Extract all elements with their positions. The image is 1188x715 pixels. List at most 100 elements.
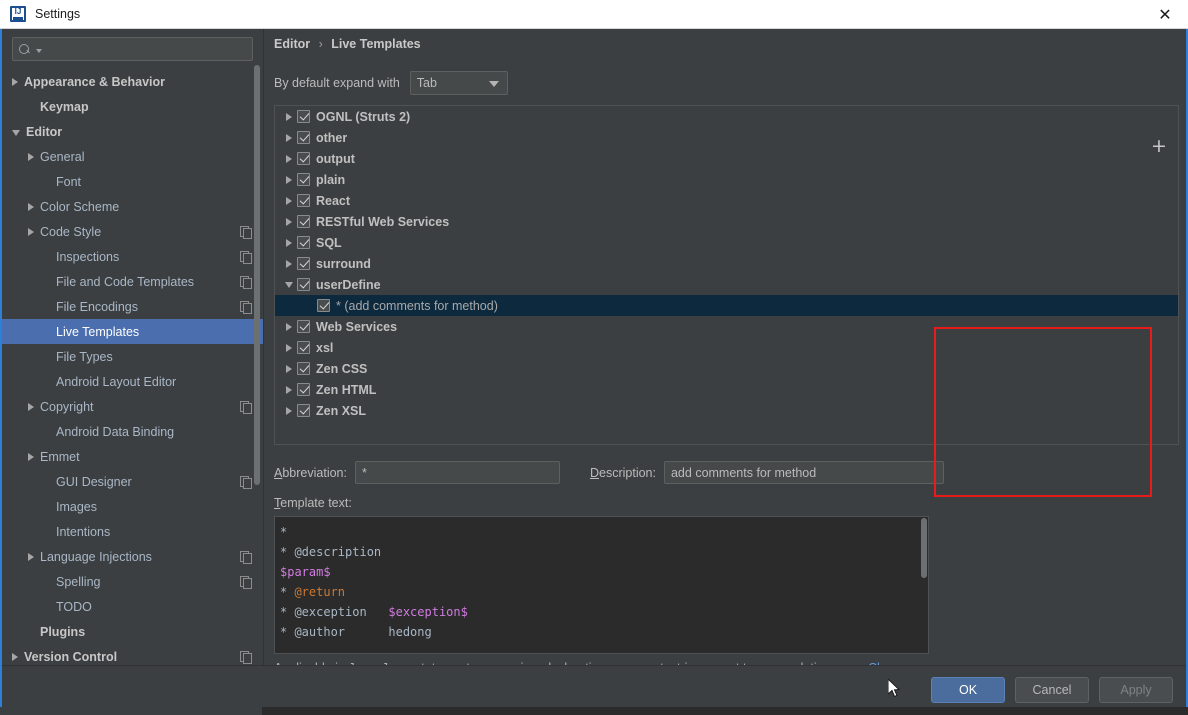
template-tree-row[interactable]: other — [275, 127, 1178, 148]
chevron-right-icon[interactable] — [281, 343, 297, 352]
search-input[interactable] — [42, 42, 246, 56]
template-text-scrollbar-thumb[interactable] — [921, 518, 927, 578]
template-checkbox[interactable] — [297, 404, 310, 417]
sidebar-item-live-templates[interactable]: Live Templates — [2, 319, 263, 344]
sidebar-item-file-types[interactable]: File Types — [2, 344, 263, 369]
chevron-right-icon[interactable] — [281, 385, 297, 394]
template-tree-row[interactable]: Zen XSL — [275, 400, 1178, 421]
chevron-right-icon[interactable] — [281, 112, 297, 121]
template-checkbox[interactable] — [297, 236, 310, 249]
chevron-right-icon[interactable] — [28, 227, 34, 236]
chevron-right-icon[interactable] — [28, 202, 34, 211]
template-tree-row[interactable]: xsl — [275, 337, 1178, 358]
copy-settings-icon[interactable] — [240, 251, 252, 264]
template-checkbox[interactable] — [297, 215, 310, 228]
chevron-right-icon[interactable] — [12, 77, 18, 86]
chevron-down-icon[interactable] — [281, 281, 297, 288]
template-checkbox[interactable] — [297, 257, 310, 270]
sidebar-item-images[interactable]: Images — [2, 494, 263, 519]
template-tree-row[interactable]: RESTful Web Services — [275, 211, 1178, 232]
sidebar-item-language-injections[interactable]: Language Injections — [2, 544, 263, 569]
sidebar-item-color-scheme[interactable]: Color Scheme — [2, 194, 263, 219]
sidebar-item-keymap[interactable]: Keymap — [2, 94, 263, 119]
template-tree-row[interactable]: plain — [275, 169, 1178, 190]
chevron-right-icon[interactable] — [12, 652, 18, 661]
chevron-right-icon[interactable] — [28, 152, 34, 161]
copy-settings-icon[interactable] — [240, 301, 252, 314]
template-checkbox[interactable] — [297, 152, 310, 165]
template-tree-row[interactable]: SQL — [275, 232, 1178, 253]
template-checkbox[interactable] — [297, 131, 310, 144]
sidebar-item-file-and-code-templates[interactable]: File and Code Templates — [2, 269, 263, 294]
expand-with-select[interactable]: Tab — [409, 71, 508, 95]
sidebar-item-appearance-behavior[interactable]: Appearance & Behavior — [2, 69, 263, 94]
template-tree-row[interactable]: Web Services — [275, 316, 1178, 337]
ok-button[interactable]: OK — [931, 677, 1005, 703]
sidebar-item-spelling[interactable]: Spelling — [2, 569, 263, 594]
copy-settings-icon[interactable] — [240, 651, 252, 664]
template-checkbox[interactable] — [297, 278, 310, 291]
chevron-right-icon[interactable] — [281, 196, 297, 205]
template-checkbox[interactable] — [297, 383, 310, 396]
sidebar-item-gui-designer[interactable]: GUI Designer — [2, 469, 263, 494]
close-icon[interactable]: ✕ — [1142, 0, 1188, 29]
template-checkbox[interactable] — [297, 362, 310, 375]
chevron-right-icon[interactable] — [281, 364, 297, 373]
cancel-button[interactable]: Cancel — [1015, 677, 1089, 703]
sidebar-item-version-control[interactable]: Version Control — [2, 644, 263, 665]
template-tree-row[interactable]: OGNL (Struts 2) — [275, 106, 1178, 127]
chevron-right-icon[interactable] — [281, 175, 297, 184]
sidebar-item-android-data-binding[interactable]: Android Data Binding — [2, 419, 263, 444]
copy-settings-icon[interactable] — [240, 576, 252, 589]
chevron-right-icon[interactable] — [281, 259, 297, 268]
sidebar-item-intentions[interactable]: Intentions — [2, 519, 263, 544]
copy-settings-icon[interactable] — [240, 551, 252, 564]
add-template-button[interactable]: + — [1148, 136, 1170, 156]
chevron-right-icon[interactable] — [281, 154, 297, 163]
sidebar-item-code-style[interactable]: Code Style — [2, 219, 263, 244]
sidebar-item-editor[interactable]: Editor — [2, 119, 263, 144]
template-checkbox[interactable] — [297, 194, 310, 207]
sidebar-item-font[interactable]: Font — [2, 169, 263, 194]
chevron-right-icon[interactable] — [28, 452, 34, 461]
sidebar-scrollbar[interactable] — [254, 65, 260, 625]
template-tree-row[interactable]: surround — [275, 253, 1178, 274]
sidebar-item-emmet[interactable]: Emmet — [2, 444, 263, 469]
description-input[interactable]: add comments for method — [663, 461, 944, 484]
copy-settings-icon[interactable] — [240, 226, 252, 239]
sidebar-item-plugins[interactable]: Plugins — [2, 619, 263, 644]
sidebar-item-file-encodings[interactable]: File Encodings — [2, 294, 263, 319]
template-tree-row[interactable]: output — [275, 148, 1178, 169]
template-checkbox[interactable] — [317, 299, 330, 312]
copy-settings-icon[interactable] — [240, 476, 252, 489]
sidebar-item-copyright[interactable]: Copyright — [2, 394, 263, 419]
template-text-editor[interactable]: * * @description $param$ * @return * @except… — [274, 516, 929, 654]
live-templates-tree[interactable]: OGNL (Struts 2) other output plain React REST… — [274, 105, 1179, 445]
template-checkbox[interactable] — [297, 173, 310, 186]
template-checkbox[interactable] — [297, 341, 310, 354]
sidebar-item-inspections[interactable]: Inspections — [2, 244, 263, 269]
sidebar-scrollbar-thumb[interactable] — [254, 65, 260, 485]
chevron-right-icon[interactable] — [28, 552, 34, 561]
breadcrumb-root[interactable]: Editor — [274, 37, 310, 51]
sidebar-item-android-layout-editor[interactable]: Android Layout Editor — [2, 369, 263, 394]
chevron-down-icon[interactable] — [12, 129, 20, 136]
template-tree-row[interactable]: Zen HTML — [275, 379, 1178, 400]
chevron-right-icon[interactable] — [281, 238, 297, 247]
search-box[interactable] — [12, 37, 253, 61]
sidebar-item-general[interactable]: General — [2, 144, 263, 169]
chevron-right-icon[interactable] — [281, 217, 297, 226]
template-tree-row[interactable]: userDefine — [275, 274, 1178, 295]
template-checkbox[interactable] — [297, 320, 310, 333]
sidebar-item-todo[interactable]: TODO — [2, 594, 263, 619]
template-checkbox[interactable] — [297, 110, 310, 123]
sidebar-tree[interactable]: Appearance & Behavior Keymap Editor General… — [2, 69, 263, 665]
copy-settings-icon[interactable] — [240, 276, 252, 289]
chevron-right-icon[interactable] — [28, 402, 34, 411]
template-tree-row[interactable]: * (add comments for method) — [275, 295, 1178, 316]
abbreviation-input[interactable]: * — [354, 461, 560, 484]
template-tree-row[interactable]: Zen CSS — [275, 358, 1178, 379]
template-tree-row[interactable]: React — [275, 190, 1178, 211]
chevron-right-icon[interactable] — [281, 322, 297, 331]
copy-settings-icon[interactable] — [240, 401, 252, 414]
